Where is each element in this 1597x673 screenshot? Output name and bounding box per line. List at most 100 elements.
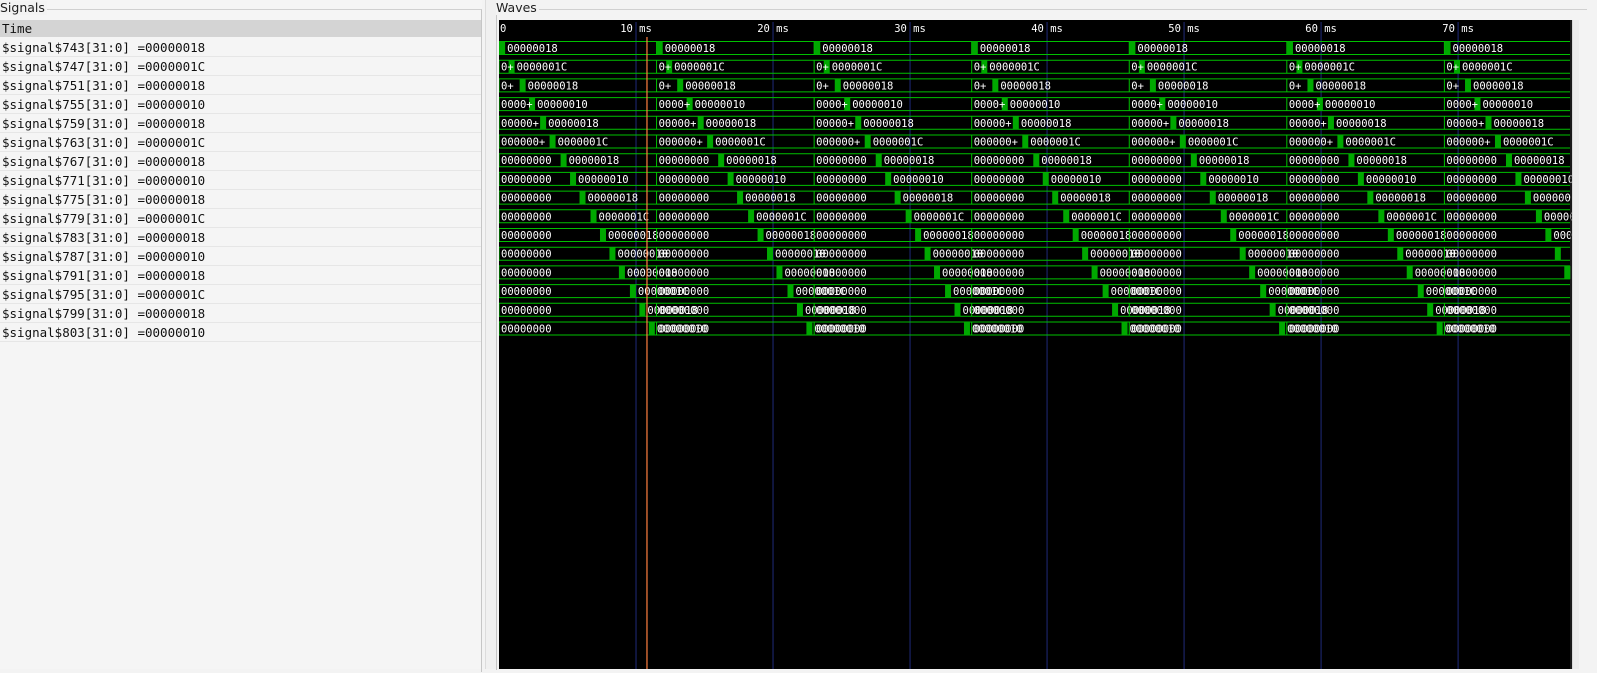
signal-row[interactable]: $signal$783[31:0] =00000018 [0,228,481,247]
signal-row[interactable]: $signal$775[31:0] =00000018 [0,190,481,209]
signal-row[interactable]: $signal$803[31:0] =00000010 [0,323,481,342]
trace-zero-label: 00000000 [501,286,552,298]
signal-name: $signal$783[31:0] [2,230,130,245]
signal-row[interactable]: $signal$747[31:0] =0000001C [0,57,481,76]
signal-row[interactable]: $signal$763[31:0] =0000001C [0,133,481,152]
trace-transition [814,41,821,55]
trace-value-label: 0000001C [1188,137,1239,149]
trace-transition [1269,303,1276,317]
waveform-vertical-scrollbar[interactable] [1572,20,1597,669]
trace-transition [1465,78,1472,92]
signal-trace[interactable]: 0000001C00000000 0000001C00000000 0000001C… [498,284,1570,299]
trace-zero-label: 0000+ [974,99,1006,111]
waves-panel: Waves 0 10 ms 20 ms 30 ms 40 ms 50 ms 60 ms 70 … [496,0,1597,670]
signal-trace[interactable]: 0000001C0+ 0000001C0+ 0000001C0+ 0000001C0+… [498,59,1570,74]
trace-zero-label: 00000+ [501,118,539,130]
signal-trace[interactable]: 0000001000000000 0000001000000000 00000010… [498,321,1570,336]
signal-trace[interactable]: 0000001000000000 0000001000000000 00000010… [498,246,1570,261]
trace-transition [629,284,636,298]
trace-value-label: 0000001C [914,211,965,223]
signal-trace[interactable]: 0000001800000000 0000001800000000 00000018… [498,265,1571,280]
scrollbar-track[interactable] [1572,20,1579,669]
trace-value-label: 00000018 [1178,118,1229,130]
trace-value-label: 00000018 [1533,193,1572,205]
trace-zero-label: 00000000 [974,286,1025,298]
trace-transition [727,172,734,186]
trace-transition [1378,209,1385,223]
signal-trace[interactable]: 0000001800000000 0000001800000000 00000018… [498,190,1583,205]
signal-row[interactable]: $signal$755[31:0] =00000010 [0,95,481,114]
trace-zero-label: 00000000 [1446,230,1497,242]
trace-value-label: 00000018 [665,43,716,55]
signal-row[interactable]: $signal$799[31:0] =00000018 [0,304,481,323]
trace-zero-label: 00000000 [816,305,867,317]
pane-splitter[interactable] [485,0,496,669]
trace-value-label: 00000010 [1208,174,1259,186]
signal-trace[interactable]: 00000018 0+ 00000018 0+ 00000018 0+ 00000018 0+… [498,78,1570,93]
signal-row[interactable]: $signal$787[31:0] =00000010 [0,247,481,266]
signal-trace[interactable]: 0000001800000000 0000001800000000 00000018… [498,153,1570,168]
waveform-svg[interactable]: 0 10 ms 20 ms 30 ms 40 ms 50 ms 60 ms 70 ms 0000… [498,20,1597,669]
signal-trace[interactable]: 00000018 00000+ 00000018 00000+ 00000018 0000… [498,115,1570,130]
signal-row[interactable]: $signal$751[31:0] =00000018 [0,76,481,95]
trace-transition [1337,135,1344,148]
signal-row[interactable]: $signal$743[31:0] =00000018 [0,38,481,57]
trace-value-label: 00000018 [1375,193,1426,205]
trace-transition [1485,116,1492,130]
trace-zero-label: 00000000 [1289,193,1340,205]
trace-value-label: 00000018 [863,118,914,130]
trace-zero-label: 00000000 [1446,174,1497,186]
trace-value-label: 00000010 [1482,99,1533,111]
signal-trace[interactable]: 0000001C00000000 0000001C00000000 0000001C… [498,209,1595,224]
trace-transition [924,247,931,261]
trace-value-label: 00000018 [706,118,757,130]
signal-trace[interactable]: 0000001000000000 0000001000000000 00000010… [498,171,1574,186]
signal-trace[interactable]: 0000001800000000 0000001800000000 00000018… [498,302,1570,317]
trace-value-label: 00000010 [1010,99,1061,111]
trace-transition [776,265,783,279]
trace-transition [549,135,556,148]
trace-zero-label: 0+ [659,62,672,74]
trace-transition [1554,247,1561,261]
trace-zero-label: 00000000 [659,324,710,336]
trace-value-label: 00000018 [1514,155,1565,167]
trace-transition [1033,153,1040,167]
trace-value-label: 00000018 [1199,155,1250,167]
trace-value-label: 0000001C [1030,137,1081,149]
signal-value: =00000018 [137,78,206,93]
trace-transition [1239,247,1246,261]
signal-row[interactable]: $signal$759[31:0] =00000018 [0,114,481,133]
time-row[interactable]: Time [0,20,481,37]
signal-trace[interactable]: 00000010 0000+ 00000010 0000+ 00000010 0000+ 0… [498,97,1570,112]
trace-transition [648,322,655,335]
trace-transition [864,135,871,148]
trace-zero-label: 00000000 [974,267,1025,279]
trace-zero-label: 00000000 [974,230,1025,242]
trace-zero-label: 000000+ [501,137,545,149]
signal-trace[interactable]: 0000001C 000000+ 0000001C 000000+ 0000001C 00… [498,134,1570,149]
signal-row[interactable]: $signal$791[31:0] =00000018 [0,266,481,285]
trace-zero-label: 00000000 [1289,174,1340,186]
trace-transition [945,284,952,298]
signal-row[interactable]: $signal$767[31:0] =00000018 [0,152,481,171]
trace-transition [1348,153,1355,167]
trace-transition [1091,265,1098,279]
trace-transition [992,78,999,92]
signals-panel-title: Signals [0,0,47,15]
trace-zero-label: 00000000 [816,267,867,279]
signal-row[interactable]: $signal$771[31:0] =00000010 [0,171,481,190]
signal-trace[interactable]: 0000001800000000 0000001800000000 00000018… [498,228,1597,243]
trace-zero-label: 000000+ [659,137,703,149]
signal-value: =00000018 [137,230,206,245]
waves-panel-title: Waves [496,0,539,15]
trace-value-label: 0000001C [832,62,883,74]
trace-zero-label: 000000+ [974,137,1018,149]
trace-value-label: 00000010 [695,99,746,111]
waveform-canvas[interactable]: 0 10 ms 20 ms 30 ms 40 ms 50 ms 60 ms 70 ms 0000… [498,20,1597,669]
trace-zero-label: 00000000 [501,211,552,223]
signal-row[interactable]: $signal$795[31:0] =0000001C [0,285,481,304]
trace-transition [560,153,567,167]
timeline-tick-label: 50 ms [1168,23,1200,35]
signal-trace[interactable]: 00000018 00000018 00000018 00000018 00000018… [498,41,1570,56]
signal-row[interactable]: $signal$779[31:0] =0000001C [0,209,481,228]
